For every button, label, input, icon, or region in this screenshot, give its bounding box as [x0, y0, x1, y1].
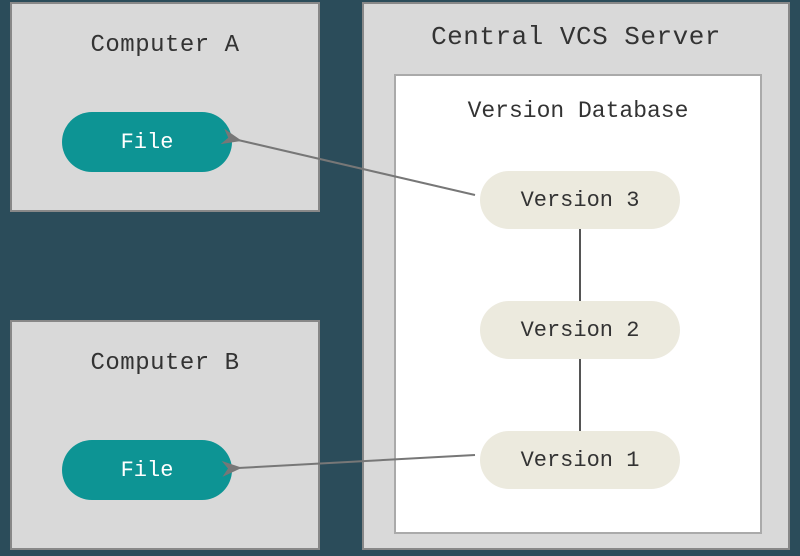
server-box: Central VCS Server Version Database Vers…: [362, 2, 790, 550]
version-3-pill: Version 3: [480, 171, 680, 229]
database-title: Version Database: [396, 76, 760, 124]
computer-b-file-pill: File: [62, 440, 232, 500]
version-2-pill: Version 2: [480, 301, 680, 359]
version-connector-line: [579, 359, 581, 431]
file-label: File: [121, 458, 174, 483]
computer-a-file-pill: File: [62, 112, 232, 172]
file-label: File: [121, 130, 174, 155]
version-label: Version 1: [521, 448, 640, 473]
version-database-box: Version Database Version 3 Version 2 Ver…: [394, 74, 762, 534]
server-title: Central VCS Server: [364, 4, 788, 52]
version-1-pill: Version 1: [480, 431, 680, 489]
computer-b-box: Computer B File: [10, 320, 320, 550]
version-label: Version 3: [521, 188, 640, 213]
version-connector-line: [579, 229, 581, 301]
computer-a-box: Computer A File: [10, 2, 320, 212]
computer-b-title: Computer B: [12, 322, 318, 377]
computer-a-title: Computer A: [12, 4, 318, 59]
version-label: Version 2: [521, 318, 640, 343]
